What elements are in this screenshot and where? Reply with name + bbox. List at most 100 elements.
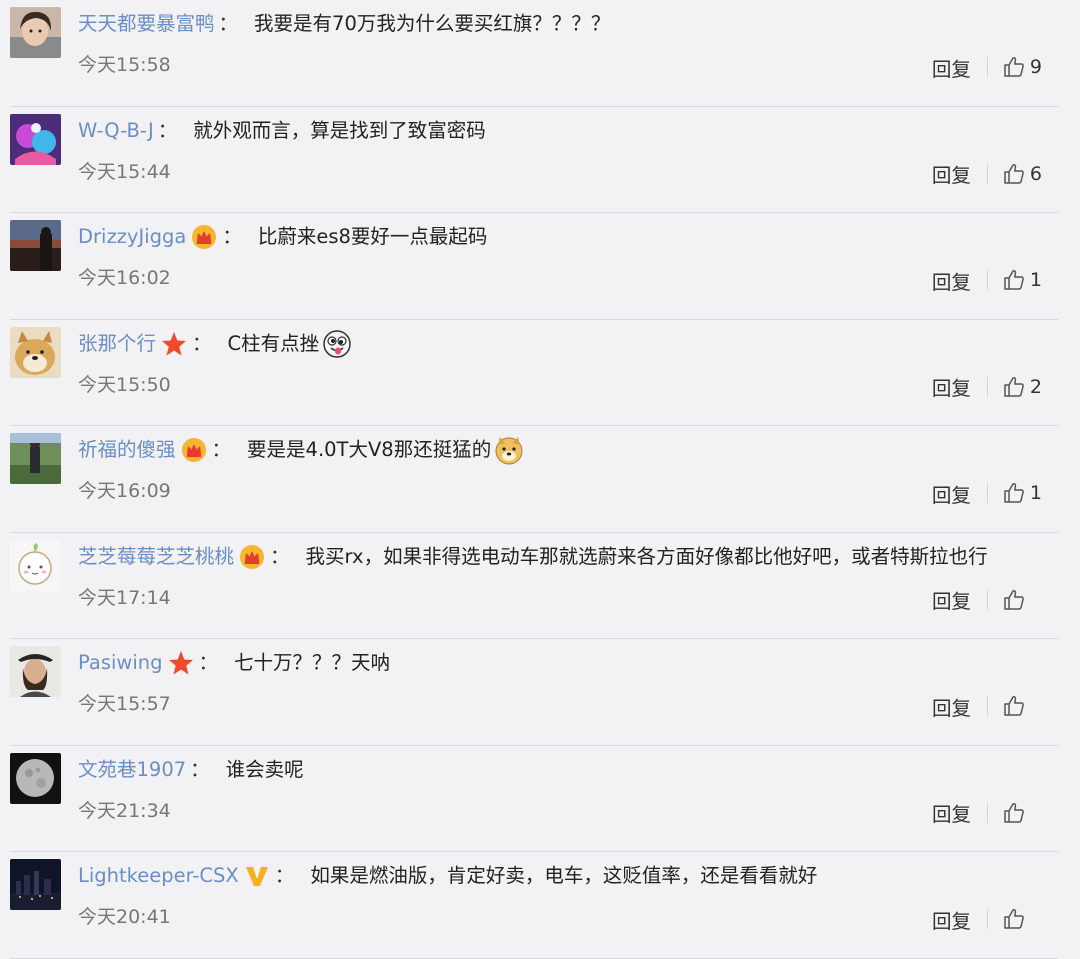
comment-text: 如果是燃油版，肯定好卖，电车，这贬值率，还是看看就好 xyxy=(310,864,818,887)
timestamp: 今天21:34 xyxy=(78,799,171,822)
action-divider xyxy=(986,483,988,503)
like-count: 1 xyxy=(1029,269,1042,291)
action-divider xyxy=(986,57,988,77)
username-link[interactable]: Lightkeeper-CSX xyxy=(78,861,239,891)
member-crown-icon xyxy=(180,436,208,464)
thumbs-up-icon xyxy=(1004,269,1024,290)
thumbs-up-icon xyxy=(1004,482,1024,503)
reply-button[interactable]: 回复 xyxy=(932,479,971,508)
comment-actions: 回复 xyxy=(932,798,1042,828)
like-count: 2 xyxy=(1029,375,1042,398)
avatar[interactable] xyxy=(10,859,61,910)
thumbs-up-icon xyxy=(1004,908,1024,929)
separator: ： xyxy=(192,331,212,355)
timestamp: 今天16:02 xyxy=(78,267,171,289)
like-button[interactable]: 1 xyxy=(1002,268,1042,292)
reply-button[interactable]: 回复 xyxy=(932,159,971,188)
timestamp: 今天16:09 xyxy=(78,480,171,502)
separator: ： xyxy=(274,864,295,887)
like-count: 6 xyxy=(1029,162,1042,185)
star-icon xyxy=(160,330,188,358)
separator: ： xyxy=(198,651,219,674)
comment-list: 天天都要暴富鸭 ： 我要是有70万我为什么要买红旗？？？？ 今天15:58 回复… xyxy=(0,0,1080,959)
timestamp: 今天20:41 xyxy=(78,906,171,928)
like-count: 1 xyxy=(1029,482,1042,504)
timestamp: 今天15:44 xyxy=(78,160,171,183)
comment-item: 祈福的傻强 ： 要是是4.0T大V8那还挺猛的 今天16:09 回复 1 xyxy=(0,426,1080,533)
star-icon xyxy=(167,649,195,677)
comment-text: C柱有点挫 xyxy=(227,331,320,355)
reply-button[interactable]: 回复 xyxy=(932,692,971,721)
separator: ： xyxy=(270,544,290,568)
separator: ： xyxy=(218,12,239,35)
reply-button[interactable]: 回复 xyxy=(932,53,971,82)
like-button[interactable]: 2 xyxy=(1002,375,1042,399)
like-button[interactable]: 6 xyxy=(1002,162,1042,186)
username-link[interactable]: 祈福的傻强 xyxy=(78,435,176,465)
avatar[interactable] xyxy=(10,752,61,804)
reply-button[interactable]: 回复 xyxy=(932,798,971,827)
comment-text: 就外观而言，算是找到了致富密码 xyxy=(193,118,486,142)
comment-actions: 回复 2 xyxy=(932,372,1042,402)
avatar[interactable] xyxy=(10,113,61,165)
reply-button[interactable]: 回复 xyxy=(932,372,971,401)
avatar[interactable] xyxy=(10,433,61,484)
timestamp: 今天17:14 xyxy=(78,586,171,609)
comment-item: 天天都要暴富鸭 ： 我要是有70万我为什么要买红旗？？？？ 今天15:58 回复… xyxy=(0,0,1080,107)
separator: ： xyxy=(157,118,178,142)
comment-header: 文苑巷1907 ： 谁会卖呢 xyxy=(78,755,304,785)
comment-text: 比蔚来es8要好一点最起码 xyxy=(257,225,488,248)
username-link[interactable]: 芝芝莓莓芝芝桃桃 xyxy=(78,542,234,572)
reply-button[interactable]: 回复 xyxy=(932,585,971,614)
like-button[interactable]: 9 xyxy=(1002,55,1042,79)
avatar[interactable] xyxy=(10,220,61,271)
username-link[interactable]: Pasiwing xyxy=(78,648,163,678)
username-link[interactable]: 张那个行 xyxy=(78,329,156,359)
silly-face-emoji-icon xyxy=(322,329,352,359)
comment-actions: 回复 xyxy=(932,904,1042,934)
comment-text: 要是是4.0T大V8那还挺猛的 xyxy=(247,438,492,461)
action-divider xyxy=(987,909,988,929)
reply-button[interactable]: 回复 xyxy=(932,905,971,934)
avatar[interactable] xyxy=(10,326,61,378)
avatar[interactable] xyxy=(10,7,61,58)
username-link[interactable]: 天天都要暴富鸭 xyxy=(78,9,215,39)
username-link[interactable]: W-Q-B-J xyxy=(78,116,154,146)
username-link[interactable]: 文苑巷1907 xyxy=(78,755,186,785)
timestamp: 今天15:58 xyxy=(78,54,171,76)
doge-emoji-icon xyxy=(494,435,524,465)
separator: ： xyxy=(211,438,232,461)
comment-header: 张那个行 ： C柱有点挫 xyxy=(78,329,352,359)
thumbs-up-icon xyxy=(1004,163,1024,184)
like-count: 9 xyxy=(1029,56,1042,78)
divider xyxy=(10,957,1058,959)
reply-button[interactable]: 回复 xyxy=(932,266,971,295)
comment-actions: 回复 1 xyxy=(932,478,1042,508)
like-button[interactable] xyxy=(1002,907,1042,931)
action-divider xyxy=(986,270,988,290)
comment-actions: 回复 9 xyxy=(932,52,1042,82)
comment-actions: 回复 6 xyxy=(932,159,1042,189)
comment-header: Pasiwing ： 七十万？？？天呐 xyxy=(78,648,390,678)
thumbs-up-icon xyxy=(1004,802,1024,823)
comment-actions: 回复 xyxy=(932,691,1042,721)
comment-item: 芝芝莓莓芝芝桃桃 ： 我买rx，如果非得选电动车那就选蔚来各方面好像都比他好吧，… xyxy=(0,533,1080,639)
like-button[interactable] xyxy=(1002,694,1042,718)
comment-text: 我买rx，如果非得选电动车那就选蔚来各方面好像都比他好吧，或者特斯拉也行 xyxy=(305,544,988,568)
comment-item: 文苑巷1907 ： 谁会卖呢 今天21:34 回复 xyxy=(0,746,1080,852)
like-button[interactable] xyxy=(1002,588,1042,612)
like-button[interactable] xyxy=(1002,801,1042,825)
action-divider xyxy=(986,376,988,397)
avatar[interactable] xyxy=(10,646,61,697)
username-link[interactable]: DrizzyJigga xyxy=(78,222,186,252)
avatar[interactable] xyxy=(10,539,61,591)
thumbs-up-icon xyxy=(1004,695,1024,716)
comment-item: Lightkeeper-CSX ： 如果是燃油版，肯定好卖，电车，这贬值率，还是… xyxy=(0,852,1080,959)
comment-item: 张那个行 ： C柱有点挫 今天15:50 回复 2 xyxy=(0,320,1080,426)
like-button[interactable]: 1 xyxy=(1002,481,1042,505)
comment-header: DrizzyJigga ： 比蔚来es8要好一点最起码 xyxy=(78,222,487,252)
thumbs-up-icon xyxy=(1004,589,1024,610)
comment-actions: 回复 xyxy=(932,585,1042,615)
thumbs-up-icon xyxy=(1004,376,1024,397)
member-crown-icon xyxy=(238,543,266,571)
